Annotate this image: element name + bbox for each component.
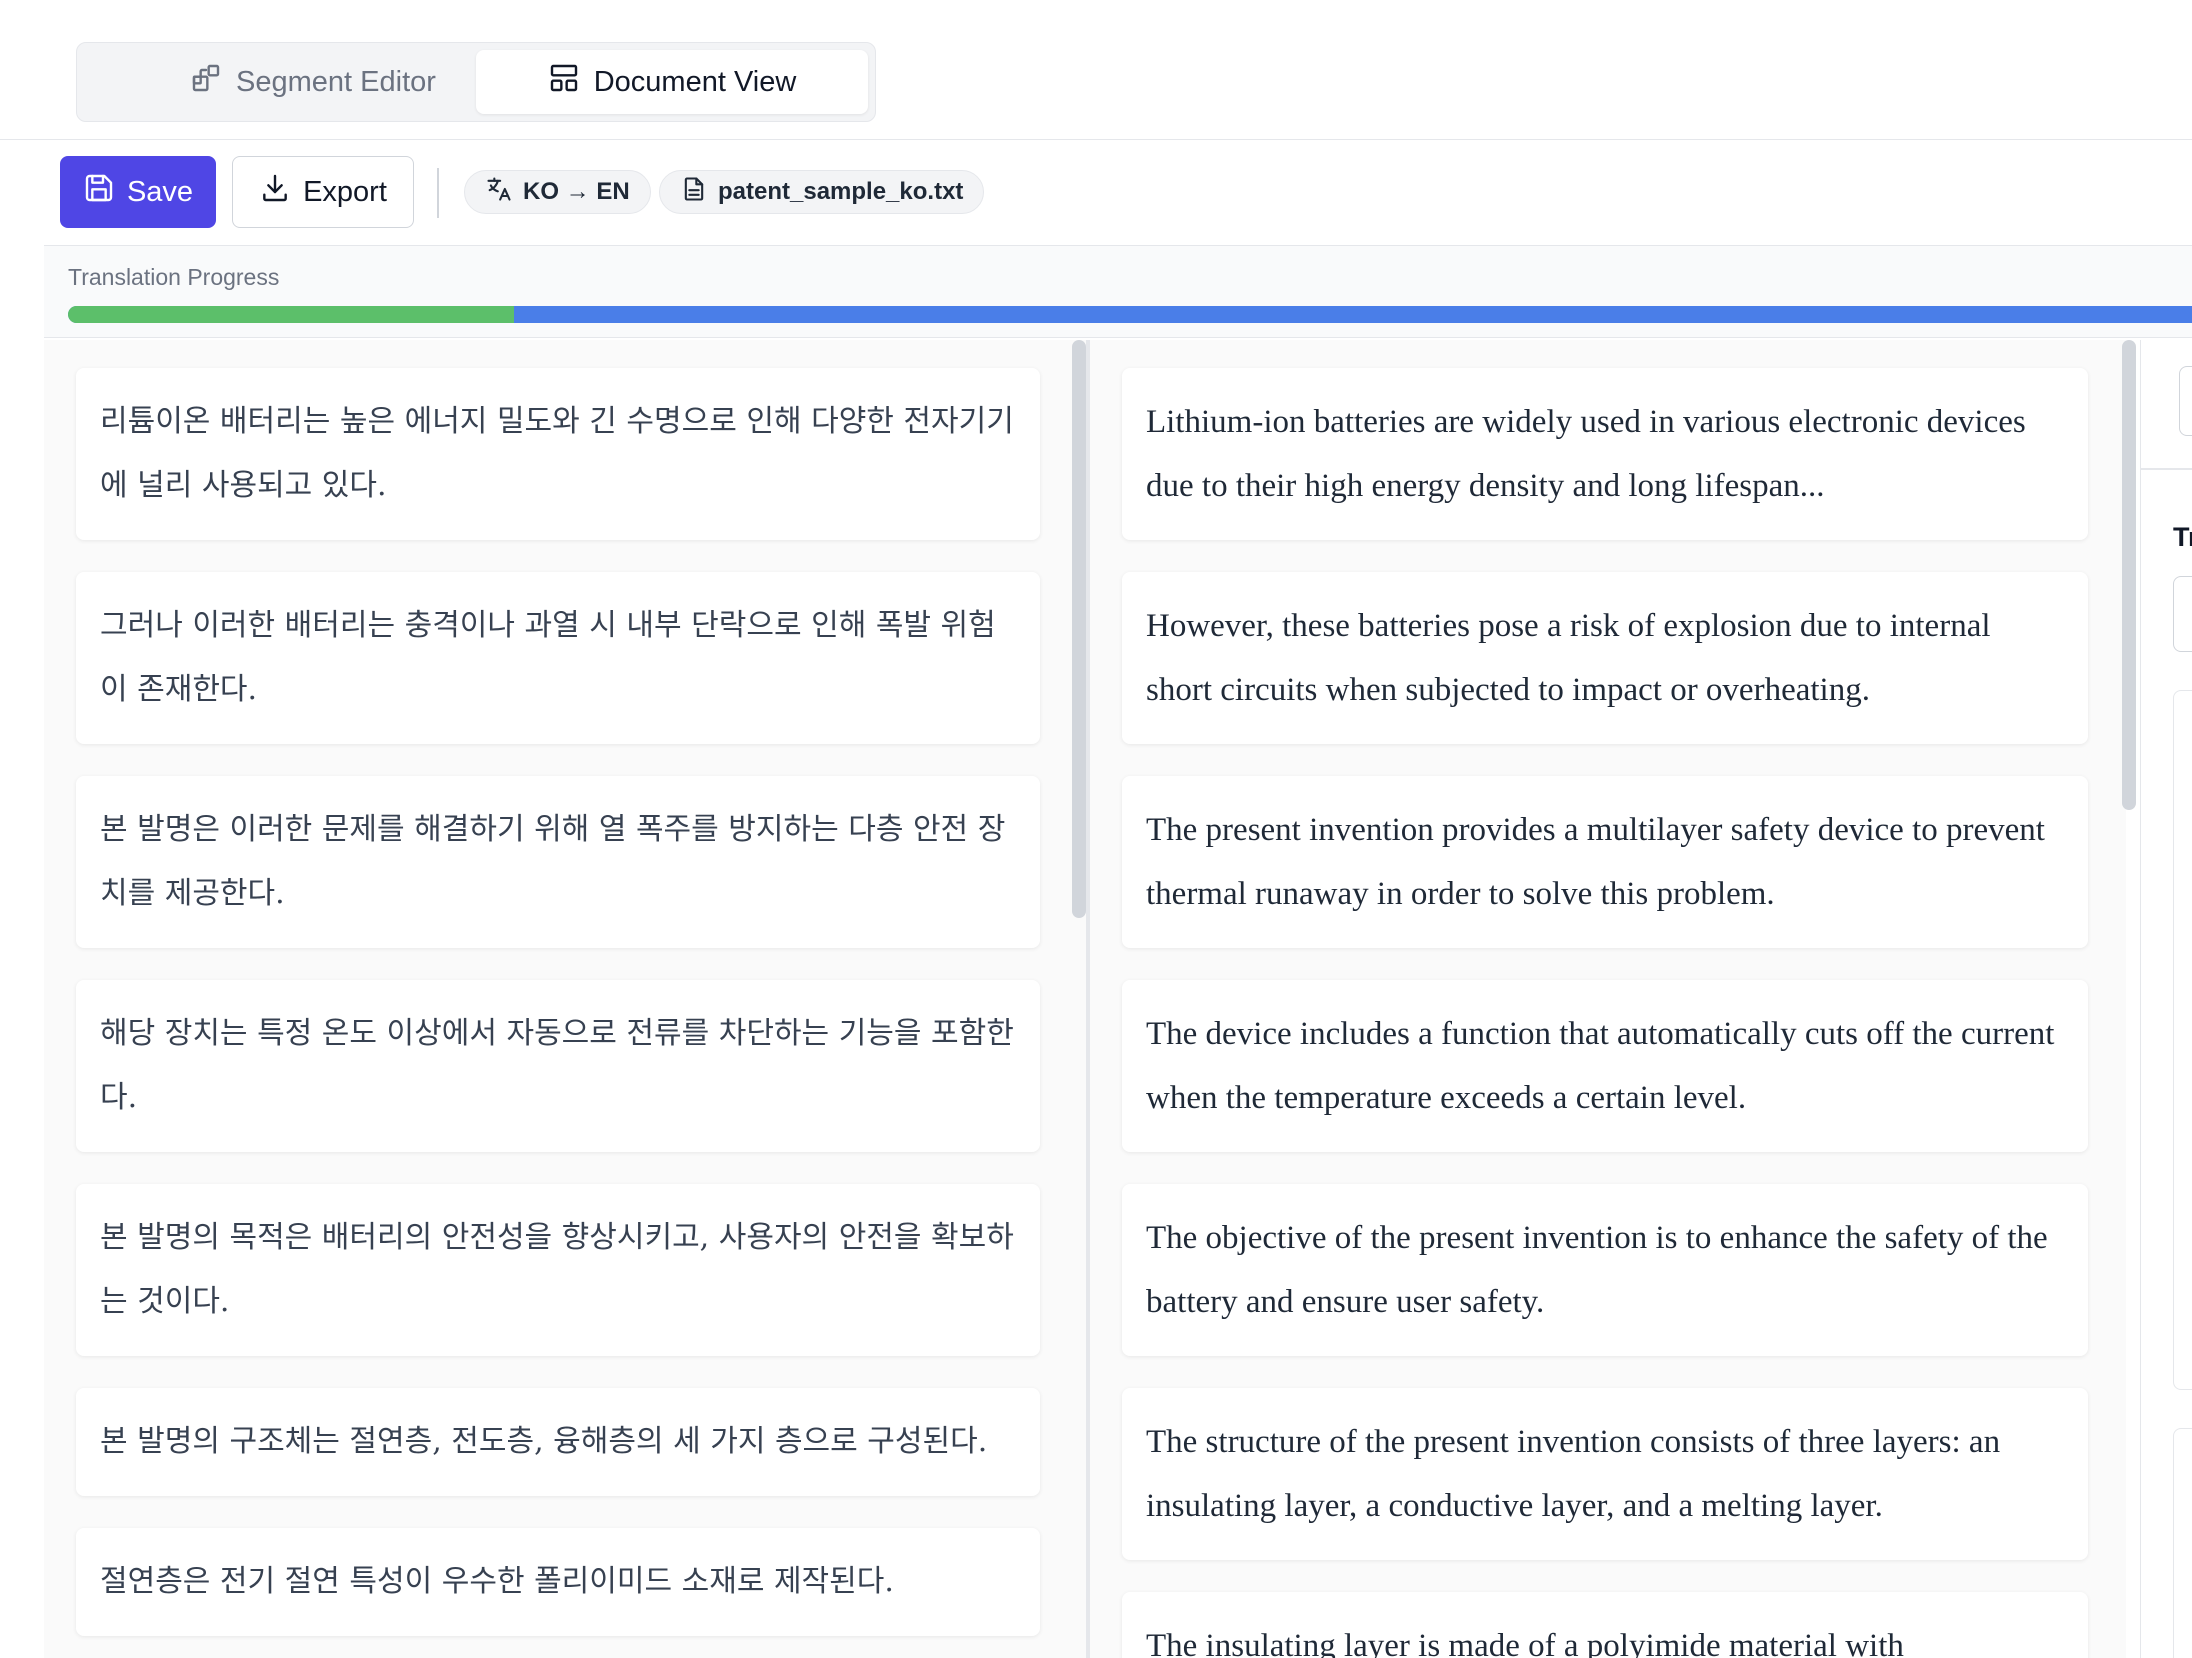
download-icon <box>259 172 291 212</box>
source-segment-list: 리튬이온 배터리는 높은 에너지 밀도와 긴 수명으로 인해 다양한 전자기기에… <box>76 368 1040 1658</box>
tab-document-view[interactable]: Document View <box>476 50 868 114</box>
toolbar: Save Export KO → EN patent_sample_ko.txt <box>44 142 2192 246</box>
side-panel-heading: Tr <box>2173 522 2192 552</box>
side-panel-card <box>2173 690 2192 1390</box>
export-button[interactable]: Export <box>232 156 414 228</box>
tab-segment-editor[interactable]: Segment Editor <box>85 50 541 114</box>
view-mode-switcher: Segment Editor Document View <box>76 42 876 122</box>
toolbar-divider <box>437 168 439 218</box>
language-pair-badge: KO → EN <box>464 170 651 214</box>
target-scrollbar[interactable] <box>2122 340 2136 810</box>
target-segment[interactable]: The present invention provides a multila… <box>1122 776 2088 948</box>
tab-document-view-label: Document View <box>593 65 797 98</box>
segment-grid-icon <box>190 62 222 102</box>
file-name-label: patent_sample_ko.txt <box>718 178 964 205</box>
target-segment[interactable]: However, these batteries pose a risk of … <box>1122 572 2088 744</box>
side-panel-separator <box>2141 468 2192 470</box>
target-segment[interactable]: The objective of the present invention i… <box>1122 1184 2088 1356</box>
target-segment[interactable]: Lithium-ion batteries are widely used in… <box>1122 368 2088 540</box>
progress-label: Translation Progress <box>68 264 280 290</box>
view-tab-bar: Segment Editor Document View <box>0 0 2192 140</box>
source-segment[interactable]: 본 발명의 목적은 배터리의 안전성을 향상시키고, 사용자의 안전을 확보하는… <box>76 1184 1040 1356</box>
side-panel: Tr <box>2140 340 2192 1658</box>
language-pair-label: KO → EN <box>523 178 630 205</box>
save-button-label: Save <box>126 175 194 208</box>
target-segment[interactable]: The device includes a function that auto… <box>1122 980 2088 1152</box>
side-panel-input[interactable] <box>2173 576 2192 652</box>
target-segment[interactable]: The structure of the present invention c… <box>1122 1388 2088 1560</box>
side-panel-card <box>2173 1428 2192 1658</box>
export-button-label: Export <box>303 175 387 208</box>
source-segment[interactable]: 본 발명의 구조체는 절연층, 전도층, 융해층의 세 가지 층으로 구성된다. <box>76 1388 1040 1496</box>
source-segment[interactable]: 절연층은 전기 절연 특성이 우수한 폴리이미드 소재로 제작된다. <box>76 1528 1040 1636</box>
side-panel-control[interactable] <box>2179 366 2192 436</box>
tab-segment-editor-label: Segment Editor <box>236 65 436 98</box>
source-segment[interactable]: 리튬이온 배터리는 높은 에너지 밀도와 긴 수명으로 인해 다양한 전자기기에… <box>76 368 1040 540</box>
source-segment[interactable]: 본 발명은 이러한 문제를 해결하기 위해 열 폭주를 방지하는 다층 안전 장… <box>76 776 1040 948</box>
progress-bar-fill <box>68 306 515 323</box>
source-segment[interactable]: 해당 장치는 특정 온도 이상에서 자동으로 전류를 차단하는 기능을 포함한다… <box>76 980 1040 1152</box>
progress-bar <box>68 306 2192 323</box>
target-panel: Lithium-ion batteries are widely used in… <box>1090 340 2126 1658</box>
save-icon <box>83 172 115 212</box>
save-button[interactable]: Save <box>60 156 216 228</box>
target-segment-list: Lithium-ion batteries are widely used in… <box>1122 368 2088 1658</box>
translate-icon <box>485 175 513 210</box>
source-panel: 리튬이온 배터리는 높은 에너지 밀도와 긴 수명으로 인해 다양한 전자기기에… <box>44 340 1086 1658</box>
source-segment[interactable]: 그러나 이러한 배터리는 충격이나 과열 시 내부 단락으로 인해 폭발 위험이… <box>76 572 1040 744</box>
file-name-badge: patent_sample_ko.txt <box>659 170 985 214</box>
file-icon <box>680 175 708 210</box>
target-segment[interactable]: The insulating layer is made of a polyim… <box>1122 1592 2088 1658</box>
source-scrollbar[interactable] <box>1072 340 1086 918</box>
translation-progress: Translation Progress <box>44 246 2192 338</box>
document-layout-icon <box>548 62 580 102</box>
